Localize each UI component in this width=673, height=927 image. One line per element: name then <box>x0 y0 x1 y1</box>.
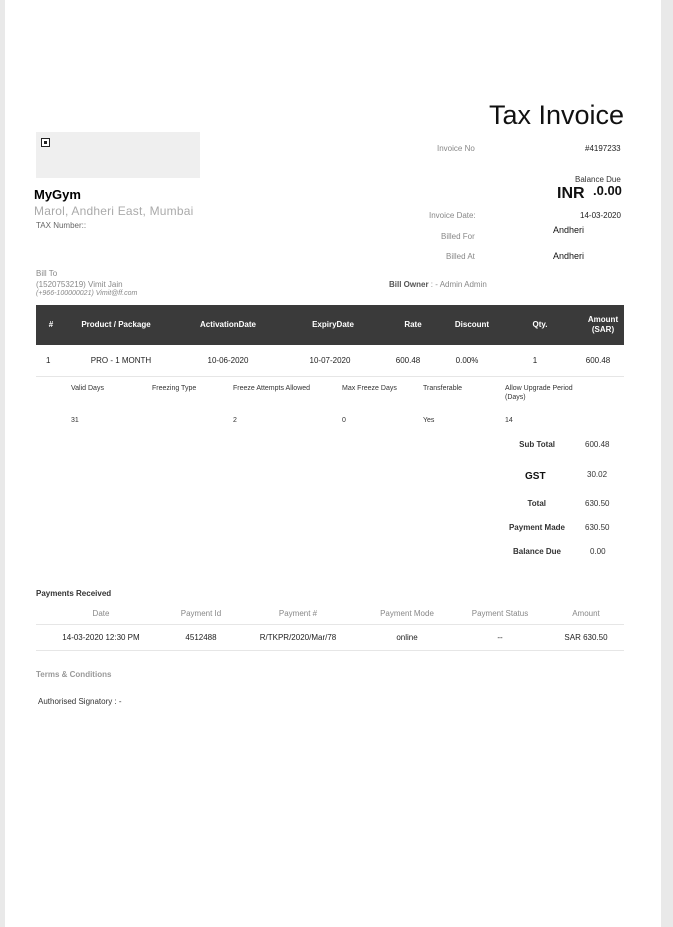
logo-placeholder-icon <box>41 138 50 147</box>
invoice-page: Tax Invoice MyGym Marol, Andheri East, M… <box>5 0 661 927</box>
balance-amount: .0.00 <box>593 183 622 198</box>
pay-cell-mode: online <box>396 633 418 642</box>
detail-header-max-freeze: Max Freeze Days <box>342 385 397 392</box>
payment-made-label: Payment Made <box>508 523 565 532</box>
cell-rate: 600.48 <box>395 356 421 365</box>
col-header-amount: Amount (SAR) <box>587 315 619 334</box>
balance-due-total-value: 0.00 <box>590 547 606 556</box>
cell-qty: 1 <box>532 356 538 365</box>
payments-row-divider <box>36 650 624 651</box>
bill-to-name: (1520753219) Vimit Jain <box>36 280 123 289</box>
company-tax-number: TAX Number:: <box>36 221 87 230</box>
bill-owner-label: Bill Owner <box>389 280 429 289</box>
sub-total-value: 600.48 <box>585 440 610 449</box>
items-table-header: # Product / Package ActivationDate Expir… <box>36 305 624 345</box>
cell-activation: 10-06-2020 <box>207 356 249 365</box>
invoice-no-value: #4197233 <box>585 144 621 153</box>
company-name: MyGym <box>34 187 81 202</box>
detail-max-freeze: 0 <box>342 417 346 424</box>
detail-header-upgrade-period: Allow Upgrade Period (Days) <box>505 385 573 402</box>
balance-currency: INR <box>557 185 585 202</box>
total-value: 630.50 <box>585 499 610 508</box>
billed-at-label: Billed At <box>446 252 475 261</box>
detail-header-valid-days: Valid Days <box>71 385 104 392</box>
invoice-title: Tax Invoice <box>489 100 625 130</box>
pay-header-status: Payment Status <box>471 609 529 618</box>
billed-for-label: Billed For <box>441 232 475 241</box>
col-header-discount: Discount <box>454 320 490 330</box>
col-header-product: Product / Package <box>81 320 151 330</box>
authorised-signatory: Authorised Signatory : - <box>38 697 122 706</box>
col-header-qty: Qty. <box>532 320 548 330</box>
payments-title: Payments Received <box>36 589 112 598</box>
cell-index: 1 <box>46 356 51 365</box>
terms-and-conditions: Terms & Conditions <box>36 670 112 679</box>
detail-freeze-attempts: 2 <box>233 417 237 424</box>
col-header-rate: Rate <box>404 320 422 330</box>
bill-to-contact: (+966-100000021) Vimit@ff.com <box>36 290 138 297</box>
bill-to-label: Bill To <box>36 269 58 278</box>
detail-transferable: Yes <box>423 417 435 424</box>
pay-header-number: Payment # <box>278 609 318 618</box>
pay-header-mode: Payment Mode <box>380 609 434 618</box>
invoice-date-value: 14-03-2020 <box>580 211 621 220</box>
detail-header-freezing-type: Freezing Type <box>152 385 197 392</box>
billed-for-value: Andheri <box>553 225 585 235</box>
detail-valid-days: 31 <box>71 417 79 424</box>
balance-due-total-label: Balance Due <box>512 547 561 556</box>
detail-header-freeze-attempts: Freeze Attempts Allowed <box>233 385 311 392</box>
row-divider <box>36 376 624 377</box>
gst-label: GST <box>525 471 546 482</box>
invoice-date-label: Invoice Date: <box>429 211 476 220</box>
cell-discount: 0.00% <box>455 356 479 365</box>
pay-cell-date: 14-03-2020 12:30 PM <box>62 633 140 642</box>
pay-cell-status: -- <box>497 633 503 642</box>
col-header-index: # <box>48 320 54 330</box>
detail-header-transferable: Transferable <box>423 385 463 392</box>
company-address: Marol, Andheri East, Mumbai <box>34 204 194 218</box>
total-label: Total <box>527 499 546 508</box>
billed-at-value: Andheri <box>553 251 585 261</box>
sub-total-label: Sub Total <box>519 440 555 449</box>
bill-owner: Bill Owner : - Admin Admin <box>389 280 487 289</box>
invoice-no-label: Invoice No <box>437 144 475 153</box>
col-header-activation: ActivationDate <box>199 320 256 330</box>
cell-product: PRO - 1 MONTH <box>90 356 152 365</box>
company-logo <box>36 132 200 178</box>
payment-made-value: 630.50 <box>585 523 610 532</box>
pay-cell-number: R/TKPR/2020/Mar/78 <box>259 633 337 642</box>
pay-cell-amount: SAR 630.50 <box>564 633 608 642</box>
pay-header-amount: Amount <box>572 609 600 618</box>
detail-upgrade-period: 14 <box>505 417 513 424</box>
cell-expiry: 10-07-2020 <box>309 356 351 365</box>
pay-header-date: Date <box>92 609 110 618</box>
col-header-expiry: ExpiryDate <box>312 320 354 330</box>
bill-owner-value: : - Admin Admin <box>430 280 487 289</box>
cell-amount: 600.48 <box>585 356 611 365</box>
payments-header-divider <box>36 624 624 625</box>
pay-cell-id: 4512488 <box>185 633 217 642</box>
pay-header-id: Payment Id <box>180 609 222 618</box>
gst-value: 30.02 <box>587 470 608 479</box>
